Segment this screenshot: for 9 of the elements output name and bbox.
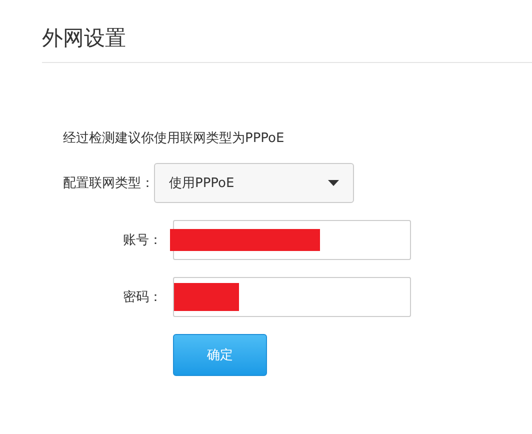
field-label: 配置联网类型： <box>63 175 154 192</box>
password-field[interactable] <box>173 277 411 317</box>
account-field[interactable] <box>173 220 411 260</box>
caret-icon <box>328 180 339 186</box>
connection-type-dropdown[interactable]: 使用PPPoE <box>154 163 354 203</box>
field-label: 密码： <box>122 289 162 306</box>
field-label: 账号： <box>122 232 162 249</box>
page-title: 外网设置 <box>42 25 126 52</box>
notice-text: 经过检测建议你使用联网类型为PPPoE <box>63 130 284 147</box>
